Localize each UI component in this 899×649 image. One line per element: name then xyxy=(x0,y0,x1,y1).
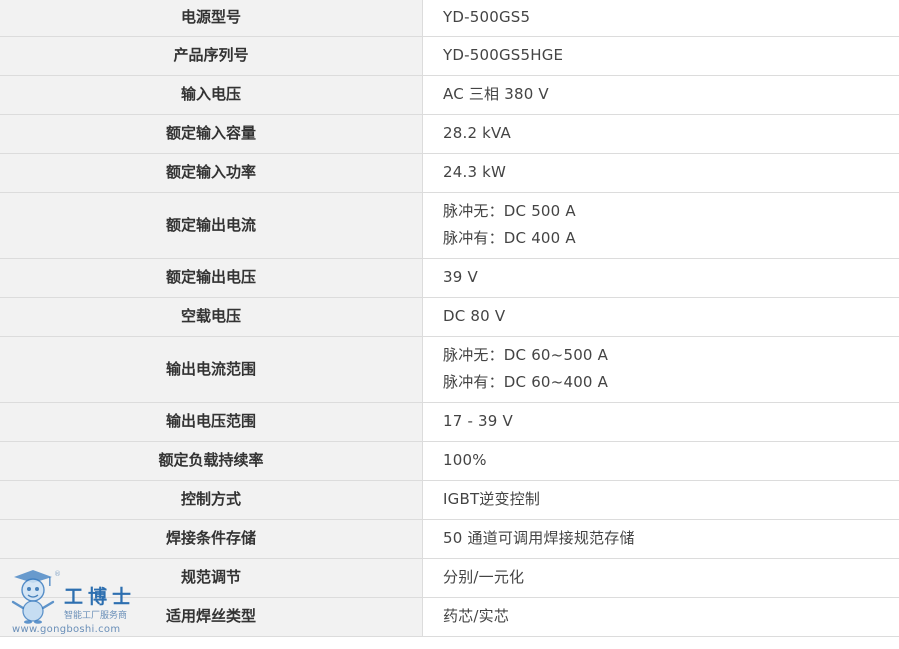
spec-row: 输出电流范围 脉冲无：DC 60~500 A 脉冲有：DC 60~400 A xyxy=(0,336,899,403)
spec-row: 适用焊丝类型 药芯/实芯 xyxy=(0,597,899,637)
spec-row: 额定负载持续率 100% xyxy=(0,441,899,481)
spec-row: 控制方式 IGBT逆变控制 xyxy=(0,480,899,520)
spec-table: 电源型号 YD-500GS5 产品序列号 YD-500GS5HGE 输入电压 AC 三相 … xyxy=(0,0,899,637)
spec-value-line: 100% xyxy=(443,451,487,469)
spec-value-line: 39 V xyxy=(443,268,478,286)
spec-label: 输出电流范围 xyxy=(0,336,423,403)
spec-row: 产品序列号 YD-500GS5HGE xyxy=(0,36,899,76)
spec-value: 药芯/实芯 xyxy=(422,597,899,637)
spec-row: 规范调节 分别/一元化 xyxy=(0,558,899,598)
spec-value: 28.2 kVA xyxy=(422,114,899,154)
spec-label: 输出电压范围 xyxy=(0,402,423,442)
spec-value-line: 分别/一元化 xyxy=(443,568,525,586)
spec-table-body: 电源型号 YD-500GS5 产品序列号 YD-500GS5HGE 输入电压 AC 三相 … xyxy=(0,0,899,637)
spec-value-line: 脉冲有：DC 400 A xyxy=(443,229,576,247)
spec-row: 额定输出电压 39 V xyxy=(0,258,899,298)
spec-value-line: IGBT逆变控制 xyxy=(443,490,541,508)
spec-label: 额定负载持续率 xyxy=(0,441,423,481)
spec-value-line: 17 - 39 V xyxy=(443,412,513,430)
spec-value: 脉冲无：DC 500 A 脉冲有：DC 400 A xyxy=(422,192,899,259)
spec-label: 输入电压 xyxy=(0,75,423,115)
spec-value: 17 - 39 V xyxy=(422,402,899,442)
spec-row: 输入电压 AC 三相 380 V xyxy=(0,75,899,115)
spec-value: DC 80 V xyxy=(422,297,899,337)
spec-value: YD-500GS5 xyxy=(422,0,899,37)
spec-label: 额定输入功率 xyxy=(0,153,423,193)
spec-row: 空载电压 DC 80 V xyxy=(0,297,899,337)
spec-value: IGBT逆变控制 xyxy=(422,480,899,520)
spec-value-line: 脉冲无：DC 500 A xyxy=(443,202,576,220)
spec-value-line: 脉冲无：DC 60~500 A xyxy=(443,346,609,364)
spec-label: 规范调节 xyxy=(0,558,423,598)
spec-label: 焊接条件存储 xyxy=(0,519,423,559)
spec-label: 控制方式 xyxy=(0,480,423,520)
spec-label: 电源型号 xyxy=(0,0,423,37)
spec-value-line: YD-500GS5 xyxy=(443,8,531,27)
spec-row: 额定输入容量 28.2 kVA xyxy=(0,114,899,154)
spec-value-line: 28.2 kVA xyxy=(443,124,512,142)
spec-value: AC 三相 380 V xyxy=(422,75,899,115)
spec-value-line: DC 80 V xyxy=(443,307,506,325)
spec-row: 焊接条件存储 50 通道可调用焊接规范存储 xyxy=(0,519,899,559)
spec-value: 39 V xyxy=(422,258,899,298)
spec-label: 空载电压 xyxy=(0,297,423,337)
spec-value: 50 通道可调用焊接规范存储 xyxy=(422,519,899,559)
spec-value-line: YD-500GS5HGE xyxy=(443,46,564,64)
spec-value: YD-500GS5HGE xyxy=(422,36,899,76)
spec-row: 输出电压范围 17 - 39 V xyxy=(0,402,899,442)
spec-value: 分别/一元化 xyxy=(422,558,899,598)
spec-label: 产品序列号 xyxy=(0,36,423,76)
spec-value-line: 药芯/实芯 xyxy=(443,607,510,625)
spec-value-line: AC 三相 380 V xyxy=(443,85,549,103)
spec-row: 额定输入功率 24.3 kW xyxy=(0,153,899,193)
spec-value: 24.3 kW xyxy=(422,153,899,193)
spec-value-line: 24.3 kW xyxy=(443,163,507,181)
spec-value-line: 50 通道可调用焊接规范存储 xyxy=(443,529,635,547)
spec-value-line: 脉冲有：DC 60~400 A xyxy=(443,373,609,391)
spec-value: 100% xyxy=(422,441,899,481)
spec-label: 适用焊丝类型 xyxy=(0,597,423,637)
spec-label: 额定输出电压 xyxy=(0,258,423,298)
spec-value: 脉冲无：DC 60~500 A 脉冲有：DC 60~400 A xyxy=(422,336,899,403)
spec-row: 额定输出电流 脉冲无：DC 500 A 脉冲有：DC 400 A xyxy=(0,192,899,259)
spec-label: 额定输出电流 xyxy=(0,192,423,259)
spec-row: 电源型号 YD-500GS5 xyxy=(0,0,899,37)
spec-label: 额定输入容量 xyxy=(0,114,423,154)
